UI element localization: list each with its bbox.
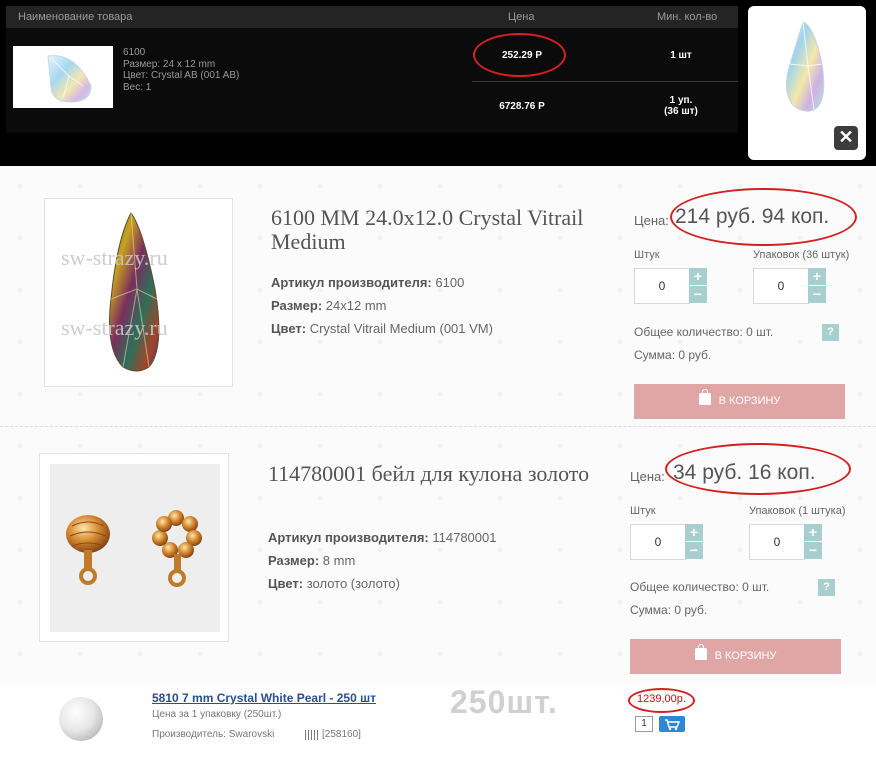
qty-input[interactable]: 0: [634, 268, 690, 304]
item-title-link[interactable]: 5810 7 mm Crystal White Pearl - 250 шт: [152, 691, 376, 705]
product-title[interactable]: 6100 MM 24.0x12.0 Crystal Vitrail Medium: [271, 206, 621, 254]
cart-label: В КОРЗИНУ: [718, 395, 781, 407]
qty-minus-button[interactable]: −: [685, 542, 703, 559]
pearl-image: [55, 695, 107, 743]
header-price: Цена: [508, 11, 535, 23]
row-divider: [472, 81, 738, 82]
watermark-text: sw-strazy.ru: [61, 245, 168, 270]
total-sum: Сумма: 0 руб.: [630, 603, 708, 617]
size-label: Размер:: [268, 553, 320, 568]
price-highlight-circle: [665, 443, 851, 495]
product-article: Артикул производителя: 6100: [271, 275, 464, 290]
item-pack-note: Цена за 1 упаковку (250шт.): [152, 709, 282, 720]
watermark-text: sw-strazy.ru: [61, 315, 168, 340]
article-value: 6100: [435, 275, 465, 290]
item-sku: [258160]: [322, 729, 361, 740]
close-button[interactable]: ✕: [834, 126, 858, 150]
qty-label: Штук: [630, 505, 656, 517]
product-divider: [0, 426, 876, 427]
article-value: 114780001: [432, 530, 497, 545]
product-weight: Вес: 1: [123, 81, 152, 93]
price-highlight-circle: [473, 33, 566, 77]
total-quantity: Общее количество: 0 шт.: [634, 325, 774, 339]
color-value: золото (золото): [306, 576, 400, 591]
pack-qty: 1 уп.: [669, 95, 693, 106]
help-icon[interactable]: ?: [818, 579, 835, 596]
product-details: 6100 Размер: 24 x 12 mm Цвет: Crystal AB…: [123, 47, 239, 93]
cart-icon-button[interactable]: [659, 716, 685, 732]
product-code: 6100: [123, 47, 146, 58]
total-sum: Сумма: 0 руб.: [634, 348, 712, 362]
item-manufacturer: Производитель: Swarovski: [152, 729, 275, 740]
price-table: Наименование товара Цена Мин. кол-во 610…: [6, 6, 738, 133]
add-to-cart-button[interactable]: В КОРЗИНУ: [630, 639, 841, 674]
pack-input[interactable]: 0: [749, 524, 805, 560]
header-name: Наименование товара: [18, 11, 133, 23]
article-label: Артикул производителя:: [268, 530, 429, 545]
price-highlight-circle: [628, 688, 695, 713]
add-to-cart-button[interactable]: В КОРЗИНУ: [634, 384, 845, 419]
item-pack-size: 250шт.: [450, 684, 558, 720]
product-color: Цвет: золото (золото): [268, 576, 400, 591]
qty-minus-button[interactable]: −: [689, 286, 707, 303]
article-label: Артикул производителя:: [271, 275, 432, 290]
pack-label: Упаковок (1 штука): [749, 505, 846, 517]
help-icon[interactable]: ?: [822, 324, 839, 341]
qty-label: Штук: [634, 249, 660, 261]
size-value: 8 mm: [322, 553, 356, 568]
product-title[interactable]: 114780001 бейл для кулона золото: [268, 462, 608, 486]
color-label: Цвет:: [271, 321, 307, 336]
color-label: Цвет:: [268, 576, 304, 591]
qty-plus-button[interactable]: +: [685, 524, 703, 541]
pack-minus-button[interactable]: −: [808, 286, 826, 303]
cart-icon: [665, 719, 681, 731]
item-qty-input[interactable]: 1: [635, 716, 653, 732]
bag-icon: [694, 644, 707, 660]
color-value: Crystal Vitrail Medium (001 VM): [309, 321, 493, 336]
price-highlight-circle: [670, 188, 857, 246]
pack-plus-button[interactable]: +: [804, 524, 822, 541]
product-image: sw-strazy.ru sw-strazy.ru: [44, 198, 233, 387]
pack-price: 6728.76 Р: [499, 101, 545, 112]
size-label: Размер:: [271, 298, 323, 313]
total-quantity: Общее количество: 0 шт.: [630, 580, 770, 594]
pack-plus-button[interactable]: +: [808, 268, 826, 285]
product-size: Размер: 24x12 mm: [271, 298, 386, 313]
cart-label: В КОРЗИНУ: [714, 650, 777, 662]
pack-label: Упаковок (36 штук): [753, 249, 850, 261]
bag-icon: [698, 389, 711, 405]
product-article: Артикул производителя: 114780001: [268, 530, 496, 545]
product-image: [39, 453, 229, 642]
product-popup-panel: Наименование товара Цена Мин. кол-во 610…: [0, 0, 876, 166]
pack-min-qty: 1 уп. (36 шт): [626, 95, 736, 117]
pack-minus-button[interactable]: −: [804, 542, 822, 559]
size-value: 24x12 mm: [325, 298, 387, 313]
product-size: Размер: 8 mm: [268, 553, 355, 568]
price-label: Цена:: [630, 469, 665, 484]
header-min-qty: Мин. кол-во: [657, 11, 718, 23]
product-size: Размер: 24 x 12 mm: [123, 58, 216, 70]
qty-plus-button[interactable]: +: [689, 268, 707, 285]
pack-input[interactable]: 0: [753, 268, 809, 304]
price-table-header: Наименование товара Цена Мин. кол-во: [6, 6, 738, 28]
product-thumbnail: [13, 46, 113, 108]
product-color: Цвет: Crystal AB (001 AB): [123, 70, 240, 81]
product-color: Цвет: Crystal Vitrail Medium (001 VM): [271, 321, 493, 336]
unit-min-qty: 1 шт: [670, 50, 692, 61]
price-label: Цена:: [634, 213, 669, 228]
qty-input[interactable]: 0: [630, 524, 686, 560]
barcode-icon: [305, 730, 319, 740]
pack-qty-note: (36 шт): [664, 106, 698, 117]
